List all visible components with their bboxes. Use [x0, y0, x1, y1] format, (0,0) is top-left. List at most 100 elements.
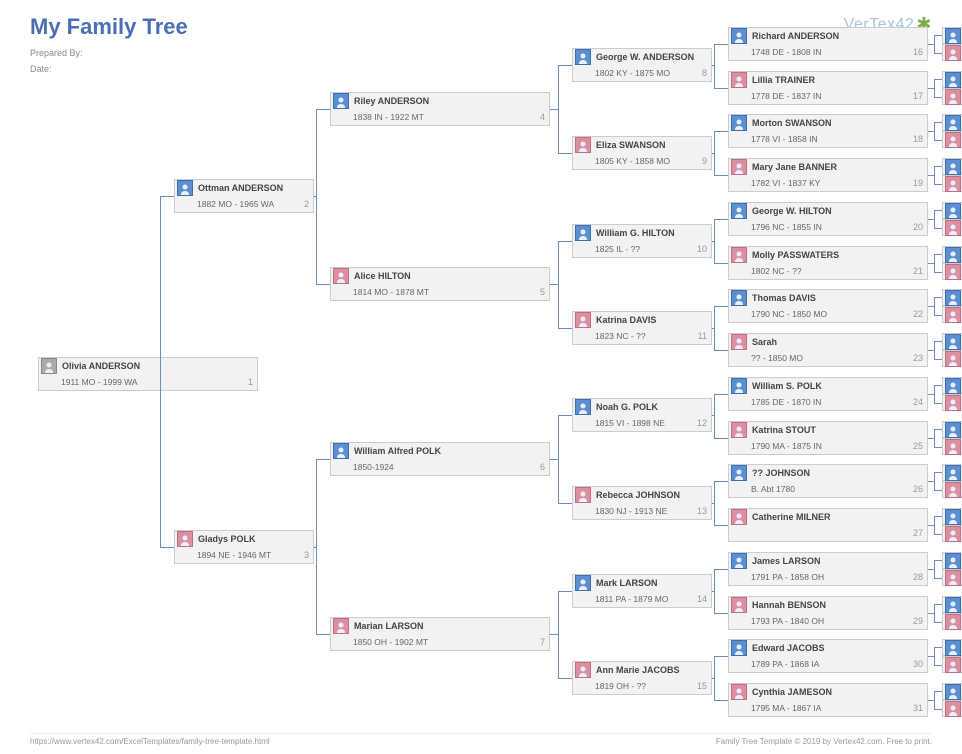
person-dates: 1789 PA - 1868 IA: [751, 659, 819, 669]
person-name: Edward JACOBS: [749, 643, 927, 653]
person-icon: [945, 72, 961, 88]
person-icon: [731, 247, 747, 263]
person-number: 26: [913, 484, 923, 494]
person-number: 17: [913, 91, 923, 101]
person-icon: [575, 487, 591, 503]
person-name: Katrina STOUT: [749, 425, 927, 435]
person-card: Gladys POLK1894 NE - 1946 MT3: [174, 530, 314, 564]
person-icon: [945, 220, 961, 236]
person-card: George W. HILTON1796 NC - 1855 IN20: [728, 202, 928, 236]
footer-copyright: Family Tree Template © 2019 by Vertex42.…: [716, 737, 932, 746]
person-dates: 1793 PA - 1840 OH: [751, 616, 824, 626]
person-card: 46: [942, 333, 962, 350]
person-icon: [945, 334, 961, 350]
person-name: ?? JOHNSON: [749, 468, 927, 478]
person-card: Ottman ANDERSON1882 MO - 1965 WA2: [174, 179, 314, 213]
person-card: Josiah SWANSON1749 VI - 1805 KY36: [942, 114, 962, 131]
person-name: Marian LARSON: [351, 621, 549, 631]
person-card: James LARSON1791 PA - 1858 OH28: [728, 552, 928, 586]
person-name: Katrina DAVIS: [593, 315, 711, 325]
person-name: William G. HILTON: [593, 228, 711, 238]
person-icon: [945, 482, 961, 498]
person-card: Katrina DAVIS1823 NC - ??11: [572, 311, 712, 345]
person-card: 42: [942, 246, 962, 263]
person-card: 43: [942, 263, 962, 280]
person-icon: [731, 203, 747, 219]
person-icon: [333, 618, 349, 634]
person-icon: [575, 575, 591, 591]
person-name: Gladys POLK: [195, 534, 313, 544]
person-card: James TRAINER1745 MA - Abt 179534: [942, 71, 962, 88]
person-dates: 1823 NC - ??: [595, 331, 646, 341]
person-icon: [945, 640, 961, 656]
person-dates: 1814 MO - 1878 MT: [353, 287, 429, 297]
person-icon: [945, 684, 961, 700]
person-number: 22: [913, 309, 923, 319]
person-icon: [945, 351, 961, 367]
person-card: James POLK48: [942, 377, 962, 394]
person-number: 16: [913, 47, 923, 57]
person-icon: [945, 290, 961, 306]
person-icon: [945, 264, 961, 280]
person-name: George W. ANDERSON: [593, 52, 711, 62]
person-card: George W. ANDERSON 1802 KY - 1875 MO 8: [572, 48, 712, 82]
person-dates: 1815 VI - 1898 NE: [595, 418, 665, 428]
person-card: Riley ANDERSON1838 IN - 1922 MT4: [330, 92, 550, 126]
person-icon: [731, 28, 747, 44]
person-number: 5: [540, 287, 545, 297]
person-name: Morton SWANSON: [749, 118, 927, 128]
person-number: 8: [702, 68, 707, 78]
person-card: Anna OLIFSON1765-184061: [942, 656, 962, 673]
person-number: 30: [913, 659, 923, 669]
person-card: Olivia ANDERSON1911 MO - 1999 WA1: [38, 357, 258, 391]
person-card: Mark LARSON1811 PA - 1879 MO14: [572, 574, 712, 608]
person-card: John STOUT50: [942, 421, 962, 438]
person-icon: [945, 176, 961, 192]
person-number: 13: [697, 506, 707, 516]
person-dates: ?? - 1850 MO: [751, 353, 803, 363]
person-number: 4: [540, 112, 545, 122]
person-card: 38: [942, 158, 962, 175]
person-dates: 1811 PA - 1879 MO: [595, 594, 668, 604]
person-card: Rachel LITTLETON1750 DE - 180033: [942, 44, 962, 61]
person-card: 54: [942, 508, 962, 525]
person-icon: [945, 422, 961, 438]
person-icon: [41, 358, 57, 374]
person-dates: 1748 DE - 1808 IN: [751, 47, 821, 57]
person-icon: [177, 531, 193, 547]
person-name: Lillia TRAINER: [749, 75, 927, 85]
person-icon: [333, 93, 349, 109]
person-number: 15: [697, 681, 707, 691]
person-name: Thomas DAVIS: [749, 293, 927, 303]
person-card: Eliza SWANSON1805 KY - 1858 MO9: [572, 136, 712, 170]
person-name: Noah G. POLK: [593, 402, 711, 412]
person-icon: [731, 553, 747, 569]
person-card: 39: [942, 175, 962, 192]
person-dates: 1782 VI - 1837 KY: [751, 178, 820, 188]
person-dates: 1790 MA - 1875 IN: [751, 441, 822, 451]
person-number: 25: [913, 441, 923, 451]
person-dates: 1802 KY - 1875 MO: [595, 68, 670, 78]
person-name: Richard ANDERSON: [749, 31, 927, 41]
person-icon: [575, 225, 591, 241]
person-card: Maria CRICHTON1754-185057: [942, 569, 962, 586]
person-number: 18: [913, 134, 923, 144]
person-icon: [945, 307, 961, 323]
person-card: Abigail WALDEN1776 MA - 1857 OH63: [942, 700, 962, 717]
person-name: Hannah BENSON: [749, 600, 927, 610]
person-icon: [575, 662, 591, 678]
person-card: Katrina STOUT 1790 MA - 1875 IN 25: [728, 421, 928, 455]
person-card: Thomas DAVIS1790 NC - 1850 MO22: [728, 289, 928, 323]
person-name: Ottman ANDERSON: [195, 183, 313, 193]
person-card: Marian LARSON1850 OH - 1902 MT7: [330, 617, 550, 651]
person-icon: [945, 526, 961, 542]
person-icon: [731, 509, 747, 525]
person-name: Eliza SWANSON: [593, 140, 711, 150]
person-icon: [945, 701, 961, 717]
person-card: James LARSON1750-184356: [942, 552, 962, 569]
person-card: 58: [942, 596, 962, 613]
person-card: 44: [942, 289, 962, 306]
person-dates: 1838 IN - 1922 MT: [353, 112, 424, 122]
person-number: 12: [697, 418, 707, 428]
person-number: 14: [697, 594, 707, 604]
